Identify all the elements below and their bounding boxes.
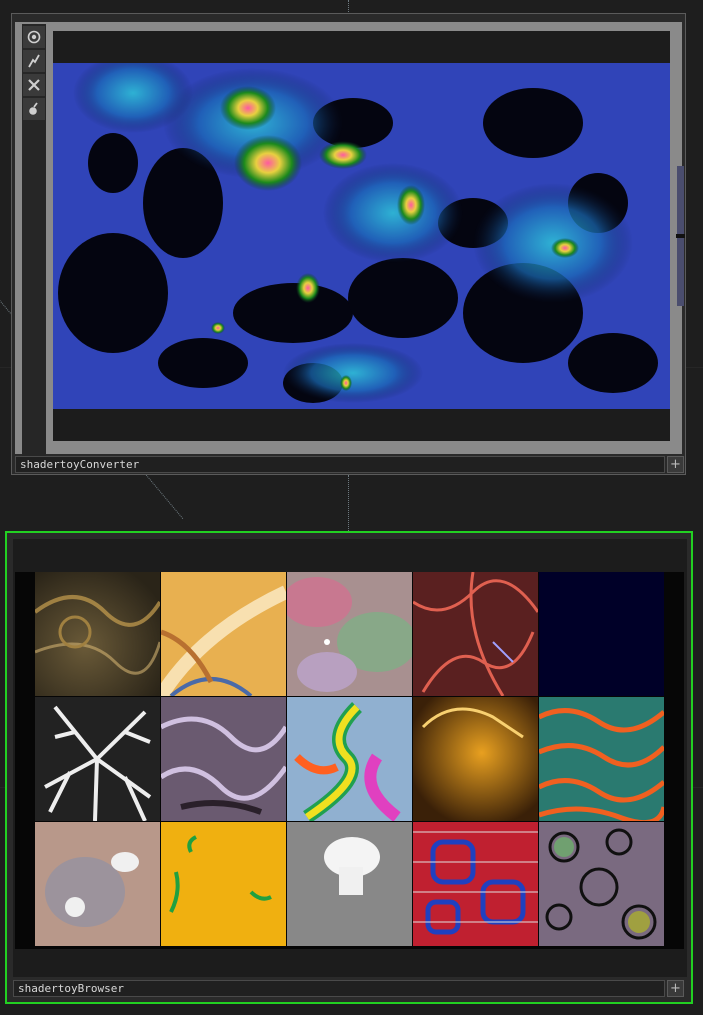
viewer-eye-icon <box>27 30 41 44</box>
shader-thumbnail-soft-spheres <box>35 822 160 946</box>
wire-connection <box>348 0 349 14</box>
browser-viewer[interactable] <box>13 539 687 977</box>
shader-thumbnail-orange-feather <box>161 572 286 696</box>
converter-node[interactable]: shadertoyConverter + <box>11 13 686 475</box>
shader-thumbnail-golden-cave <box>413 697 538 821</box>
shader-thumbnail-mineral-cells <box>539 822 664 946</box>
shader-thumbnail[interactable] <box>35 822 160 946</box>
add-button[interactable]: + <box>667 456 684 473</box>
shader-thumbnail[interactable] <box>161 572 286 696</box>
fractal-noise-image <box>53 63 670 409</box>
shader-thumbnail-grey-mushroom <box>287 822 412 946</box>
viewer-scrollbar[interactable] <box>676 166 685 306</box>
shader-thumbnail-pastel-fluid <box>287 572 412 696</box>
node-toolbar <box>22 24 46 456</box>
delete-button[interactable] <box>23 74 45 96</box>
shader-thumbnail-brown-swirl <box>35 572 160 696</box>
lock-icon <box>29 102 38 115</box>
shader-thumbnail-yellow-green-ink <box>161 822 286 946</box>
shader-thumbnail-orange-teal-tentacles <box>539 697 664 821</box>
bypass-button[interactable] <box>23 50 45 72</box>
scrollbar-handle[interactable] <box>676 234 685 238</box>
shader-thumbnail[interactable] <box>413 572 538 696</box>
viewer-toggle-button[interactable] <box>23 26 45 48</box>
shader-thumbnail[interactable] <box>539 572 664 696</box>
add-button[interactable]: + <box>667 980 684 997</box>
shader-thumbnail[interactable] <box>287 697 412 821</box>
shader-thumbnail[interactable] <box>413 822 538 946</box>
thumbnail-grid-area <box>15 572 684 949</box>
node-name-field[interactable]: shadertoyBrowser <box>13 980 665 997</box>
shader-render-output <box>53 63 670 409</box>
shader-thumbnail-white-branches <box>35 697 160 821</box>
shader-thumbnail-dark-navy <box>539 572 664 696</box>
shader-thumbnail-red-veins <box>413 572 538 696</box>
shader-thumbnail[interactable] <box>287 822 412 946</box>
shader-thumbnail[interactable] <box>539 822 664 946</box>
wire-connection <box>348 475 349 537</box>
bypass-lightning-icon <box>28 54 40 68</box>
shader-thumbnail[interactable] <box>413 697 538 821</box>
shader-thumbnail-red-blue-pattern <box>413 822 538 946</box>
node-name-field[interactable]: shadertoyConverter <box>15 456 665 473</box>
plus-icon: + <box>670 981 681 996</box>
lock-button[interactable] <box>23 98 45 120</box>
plus-icon: + <box>670 457 681 472</box>
shader-thumbnail-rainbow-fluid <box>287 697 412 821</box>
shader-thumbnail[interactable] <box>35 572 160 696</box>
shader-thumbnail-purple-liquid <box>161 697 286 821</box>
shader-thumbnail[interactable] <box>539 697 664 821</box>
converter-viewer[interactable] <box>53 31 670 441</box>
shader-thumbnail[interactable] <box>161 697 286 821</box>
shader-thumbnail[interactable] <box>287 572 412 696</box>
close-x-icon <box>28 79 40 91</box>
browser-node[interactable]: shadertoyBrowser + <box>5 531 693 1004</box>
shader-thumbnail[interactable] <box>161 822 286 946</box>
thumbnail-grid <box>35 572 666 949</box>
shader-thumbnail[interactable] <box>35 697 160 821</box>
